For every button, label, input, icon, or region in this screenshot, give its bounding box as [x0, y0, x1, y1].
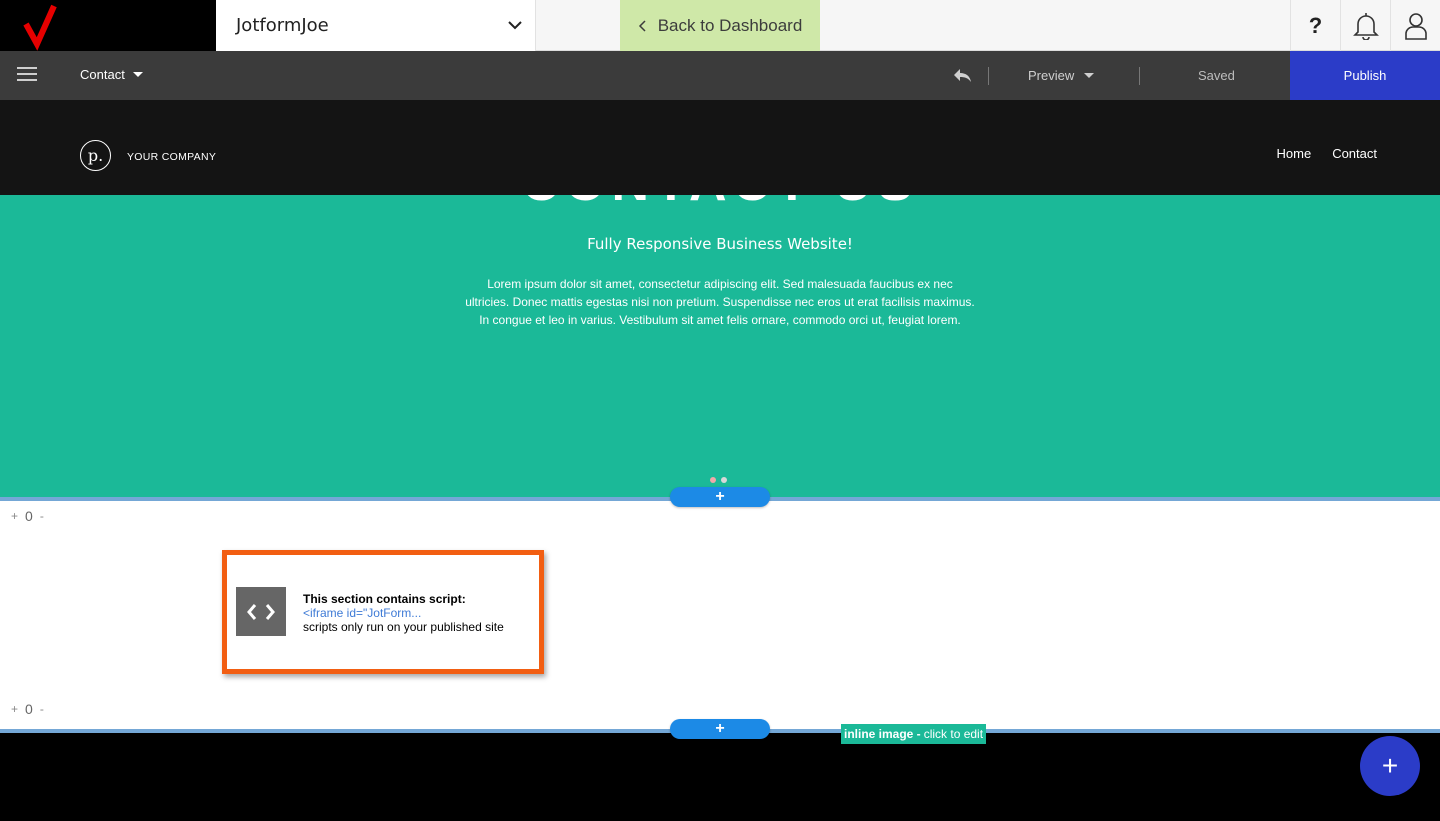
divider [988, 67, 989, 85]
company-logo[interactable]: p. [80, 140, 111, 171]
script-info: This section contains script: <iframe id… [303, 592, 504, 634]
script-note: scripts only run on your published site [303, 620, 504, 634]
page-label: Contact [80, 67, 125, 82]
nav-link-home[interactable]: Home [1277, 146, 1312, 161]
inline-image-label: inline image - [844, 727, 921, 741]
spacing-value: 0 [25, 701, 33, 717]
script-code-link[interactable]: <iframe id="JotForm... [303, 606, 504, 620]
help-icon: ? [1308, 12, 1323, 38]
company-name: YOUR COMPANY [127, 151, 217, 163]
spacing-increase-button[interactable]: + [11, 509, 18, 523]
preview-label: Preview [1028, 68, 1075, 83]
bell-icon [1352, 12, 1379, 40]
publish-button[interactable]: Publish [1290, 51, 1440, 100]
hero-subtitle[interactable]: Fully Responsive Business Website! [0, 235, 1440, 253]
slider-dots [710, 477, 727, 483]
divider [1139, 67, 1140, 85]
code-icon [236, 587, 286, 636]
site-name: JotformJoe [236, 15, 329, 36]
account-button[interactable] [1390, 0, 1440, 51]
hero-section[interactable]: CONTACT US Fully Responsive Business Web… [0, 195, 1440, 497]
add-element-fab[interactable]: + [1360, 736, 1420, 796]
top-bar: JotformJoe Back to Dashboard ? [0, 0, 1440, 51]
help-button[interactable]: ? [1290, 0, 1340, 51]
undo-icon[interactable] [952, 66, 972, 84]
script-heading: This section contains script: [303, 592, 466, 606]
caret-down-icon [132, 72, 143, 77]
editor-toolbar: Contact Preview Saved Publish [0, 51, 1440, 100]
preview-dropdown[interactable]: Preview [1028, 68, 1095, 83]
chevron-down-icon [508, 21, 522, 30]
page-dropdown[interactable]: Contact [80, 67, 143, 82]
spacing-value: 0 [25, 508, 33, 524]
saved-status: Saved [1198, 68, 1235, 83]
spacing-increase-button[interactable]: + [11, 702, 18, 716]
hero-body-text[interactable]: Lorem ipsum dolor sit amet, consectetur … [465, 275, 975, 329]
add-section-button[interactable]: + [670, 719, 770, 739]
add-section-button[interactable]: + [670, 487, 770, 507]
script-section-card[interactable]: This section contains script: <iframe id… [222, 550, 544, 674]
slider-dot[interactable] [721, 477, 727, 483]
verizon-logo[interactable] [0, 0, 216, 51]
hero-title[interactable]: CONTACT US [0, 195, 1440, 213]
user-icon [1404, 12, 1427, 40]
chevron-left-icon [638, 19, 646, 32]
spacing-control-bottom: + 0 - [11, 701, 44, 717]
footer-section[interactable] [0, 733, 1440, 821]
hamburger-menu-icon[interactable] [17, 66, 37, 82]
slider-dot[interactable] [710, 477, 716, 483]
spacing-decrease-button[interactable]: - [40, 702, 44, 716]
notifications-button[interactable] [1340, 0, 1390, 51]
site-nav-links: Home Contact [1277, 146, 1378, 161]
nav-link-contact[interactable]: Contact [1332, 146, 1377, 161]
site-header: p. YOUR COMPANY Home Contact [0, 100, 1440, 195]
top-icon-group: ? [1290, 0, 1440, 51]
inline-image-tag[interactable]: inline image - click to edit [841, 724, 987, 744]
spacing-control-top: + 0 - [11, 508, 44, 524]
spacing-decrease-button[interactable]: - [40, 509, 44, 523]
inline-image-hint: click to edit [923, 727, 984, 741]
caret-down-icon [1084, 73, 1095, 78]
back-to-dashboard-button[interactable]: Back to Dashboard [620, 0, 820, 51]
checkmark-logo-icon [23, 4, 57, 51]
back-label: Back to Dashboard [657, 15, 803, 35]
site-selector[interactable]: JotformJoe [216, 0, 536, 51]
